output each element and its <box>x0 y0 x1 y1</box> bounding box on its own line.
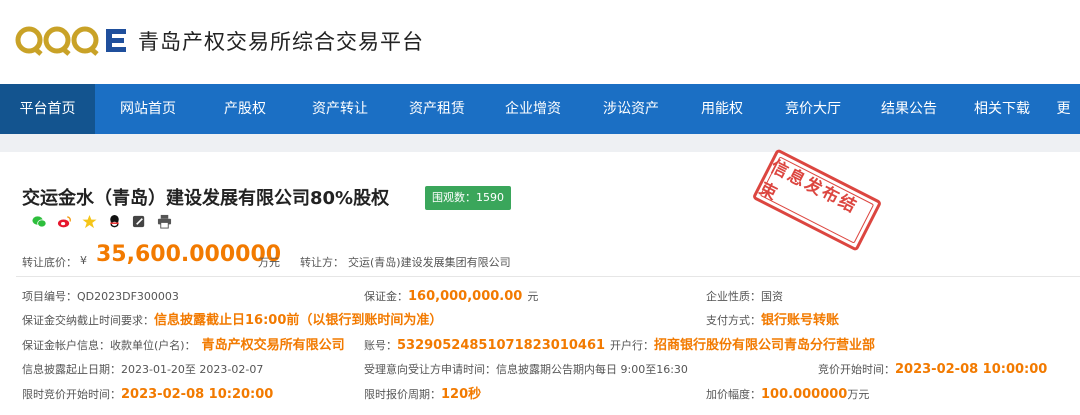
detail-row-5: 限时竞价开始时间：2023-02-08 10:20:00 限时报价周期：120秒… <box>0 382 1080 404</box>
account-label: 账号： <box>364 339 397 352</box>
stamp-text: 信息发布结束 <box>755 156 861 218</box>
payee-value: 青岛产权交易所有限公司 <box>201 338 345 353</box>
nav-item-0[interactable]: 平台首页 <box>0 84 95 134</box>
nav-item-4[interactable]: 资产租赁 <box>391 84 483 134</box>
deposit-deadline-label: 保证金交纳截止时间要求： <box>22 314 154 327</box>
limited-start-label: 限时竞价开始时间： <box>22 388 121 401</box>
nav-item-10[interactable]: 相关下载 <box>957 84 1047 134</box>
bid-start-label: 竞价开始时间： <box>818 363 895 376</box>
nav-item-11[interactable]: 更 <box>1047 84 1080 134</box>
seller-name: 交运(青岛)建设发展集团有限公司 <box>348 256 511 269</box>
increment-unit: 万元 <box>847 388 870 401</box>
nav-item-2[interactable]: 产股权 <box>201 84 289 134</box>
disclose-period: 2023-01-20至 2023-02-07 <box>121 363 264 376</box>
intent-label: 受理意向受让方申请时间： <box>364 363 496 376</box>
deposit-deadline: 信息披露截止日16:00前（以银行到账时间为准） <box>154 313 443 328</box>
wechat-icon[interactable] <box>32 214 47 229</box>
nav-item-5[interactable]: 企业增资 <box>483 84 583 134</box>
detail-row-2: 保证金交纳截止时间要求：信息披露截止日16:00前（以银行到账时间为准） 支付方… <box>0 308 1080 330</box>
deposit-label: 保证金： <box>364 290 408 303</box>
nav-item-8[interactable]: 竞价大厅 <box>765 84 861 134</box>
bid-start: 2023-02-08 10:00:00 <box>895 362 1048 377</box>
project-title: 交运金水（青岛）建设发展有限公司80%股权 <box>22 188 390 209</box>
qq-icon[interactable] <box>107 214 122 229</box>
seller-label: 转让方： <box>300 256 344 269</box>
nav-item-3[interactable]: 资产转让 <box>289 84 391 134</box>
limited-cycle: 120秒 <box>441 387 482 402</box>
info-ended-stamp: 信息发布结束 <box>751 148 883 252</box>
disclose-label: 信息披露起止日期： <box>22 363 121 376</box>
detail-row-4: 信息披露起止日期：2023-01-20至 2023-02-07 受理意向受让方申… <box>0 357 1080 379</box>
views-badge: 围观数：1590 <box>425 186 511 210</box>
price-unit: 万元 <box>258 256 280 269</box>
nav-item-9[interactable]: 结果公告 <box>861 84 957 134</box>
limited-cycle-label: 限时报价周期： <box>364 388 441 401</box>
share-bar <box>32 214 172 229</box>
pay-method: 银行账号转账 <box>761 313 840 328</box>
site-title: 青岛产权交易所综合交易平台 <box>138 30 424 54</box>
increment-label: 加价幅度： <box>706 388 761 401</box>
detail-row-3: 保证金帐户信息：收款单位(户名)： 青岛产权交易所有限公司 账号：53290524… <box>0 333 1080 355</box>
deposit-value: 160,000,000.00 <box>408 289 523 304</box>
detail-row-1: 项目编号：QD2023DF300003 保证金：160,000,000.00 元… <box>0 284 1080 306</box>
edit-share-icon[interactable] <box>132 214 147 229</box>
limited-start: 2023-02-08 10:20:00 <box>121 387 274 402</box>
price-row: 转让底价： ¥ 35,600.000000 万元 转让方： 交运(青岛)建设发展… <box>22 242 1080 272</box>
separator-strip <box>0 134 1080 152</box>
bank-value: 招商银行股份有限公司青岛分行营业部 <box>654 338 876 353</box>
pay-method-label: 支付方式： <box>706 314 761 327</box>
price-label: 转让底价： <box>22 256 77 269</box>
star-favorite-icon[interactable] <box>82 214 97 229</box>
price-value: 35,600.000000 <box>96 242 282 267</box>
views-count: 围观数：1590 <box>432 191 504 204</box>
bank-label: 开户行： <box>610 339 654 352</box>
payee-label: 收款单位(户名)： <box>110 339 196 352</box>
qppe-logo-icon <box>15 26 126 56</box>
nav-item-1[interactable]: 网站首页 <box>95 84 201 134</box>
currency-symbol: ¥ <box>80 254 87 267</box>
logo[interactable] <box>14 22 132 58</box>
divider <box>16 276 1080 277</box>
project-detail: 交运金水（青岛）建设发展有限公司80%股权 围观数：1590 信息发布结束 转让… <box>0 148 1080 415</box>
weibo-icon[interactable] <box>57 214 72 229</box>
project-no: QD2023DF300003 <box>77 290 179 303</box>
main-nav: 平台首页 网站首页 产股权 资产转让 资产租赁 企业增资 涉讼资产 用能权 竞价大厅 结果公告 相关… <box>0 84 1080 134</box>
intent-period: 信息披露期公告期内每日 9:00至16:30 <box>496 363 688 376</box>
header: 青岛产权交易所综合交易平台 <box>0 0 1080 84</box>
deposit-unit: 元 <box>527 290 539 303</box>
nature-label: 企业性质： <box>706 290 761 303</box>
nav-item-6[interactable]: 涉讼资产 <box>583 84 679 134</box>
account-number: 532905248510718230104​61 <box>397 338 606 353</box>
increment-value: 100.000000 <box>761 387 848 402</box>
project-no-label: 项目编号： <box>22 290 77 303</box>
nature-value: 国资 <box>761 290 783 303</box>
nav-item-7[interactable]: 用能权 <box>679 84 765 134</box>
account-info-label: 保证金帐户信息： <box>22 339 110 352</box>
print-icon[interactable] <box>157 214 172 229</box>
